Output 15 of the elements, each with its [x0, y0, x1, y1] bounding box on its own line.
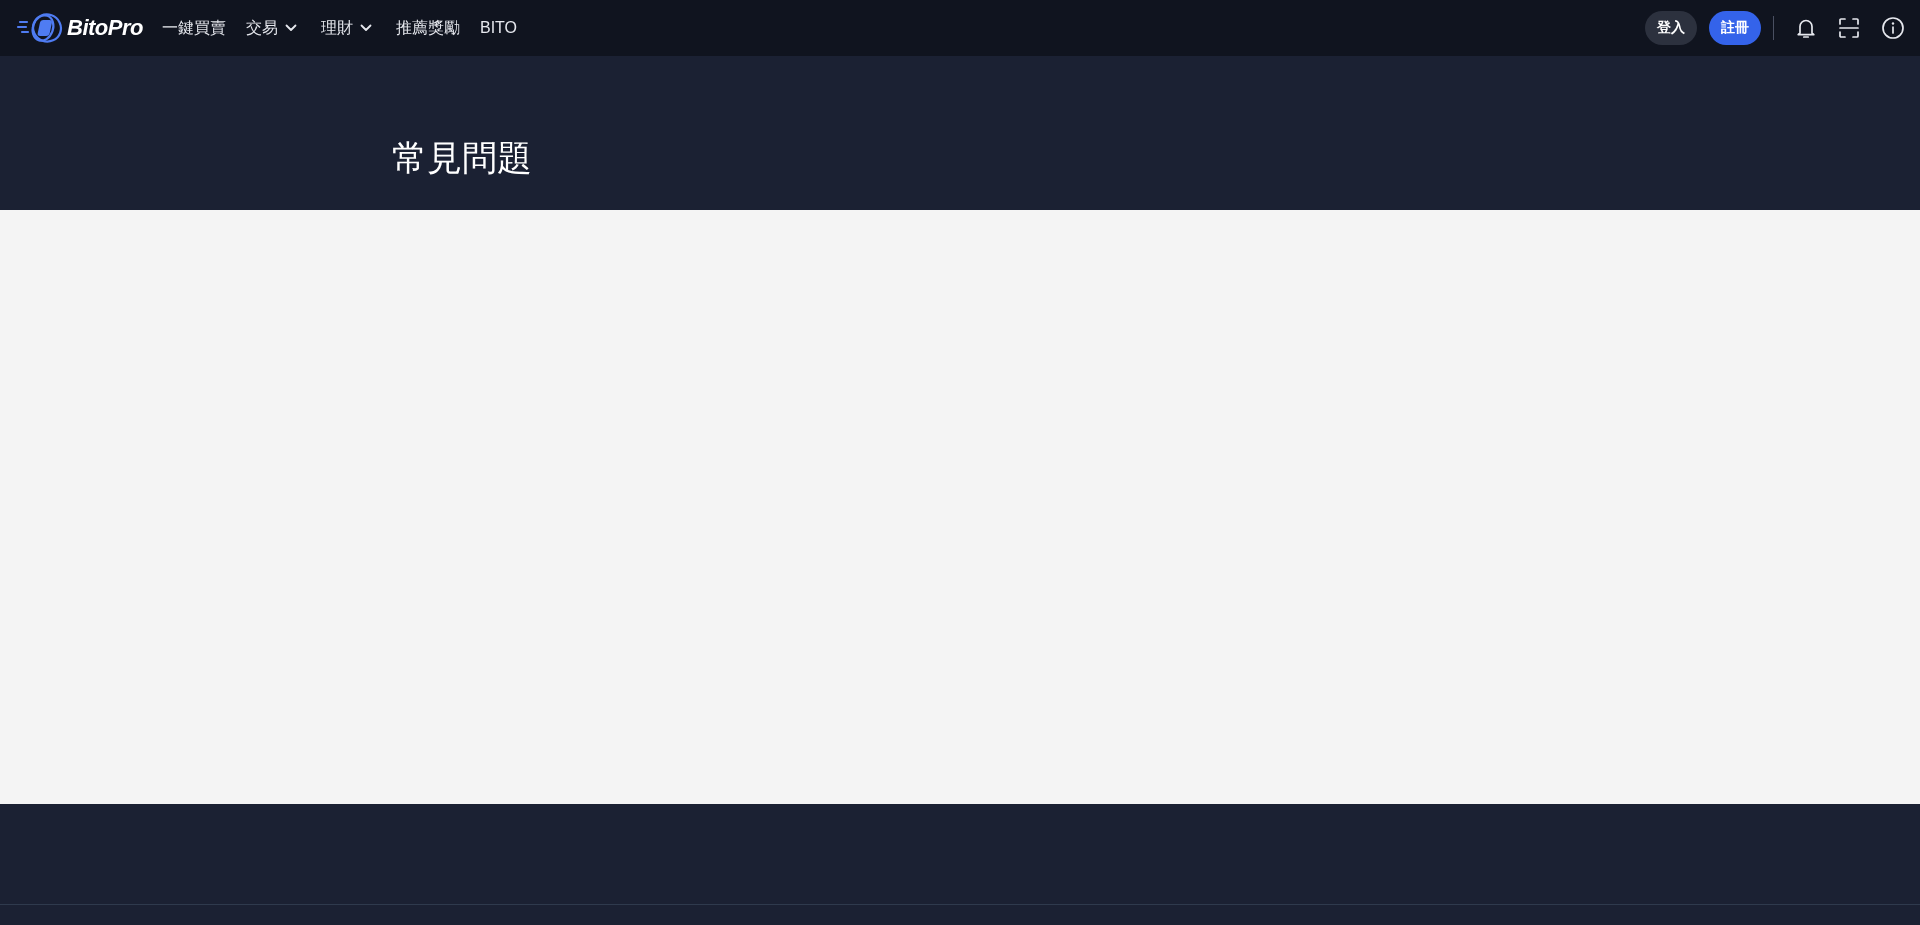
logo-link[interactable]: BitoPro [16, 13, 143, 43]
chevron-down-icon [359, 24, 372, 32]
nav-menu-item[interactable]: 交易 [245, 17, 297, 39]
notification-bell-icon[interactable] [1796, 17, 1816, 39]
nav-menu-item[interactable]: 理財 [320, 17, 372, 39]
nav-menu-item[interactable]: 一鍵買賣 [161, 17, 226, 39]
nav-menu-item[interactable]: BITO [479, 19, 517, 37]
logo-icon [16, 13, 64, 43]
register-button[interactable]: 註冊 [1709, 11, 1761, 45]
login-button[interactable]: 登入 [1645, 11, 1697, 45]
nav-menu-item[interactable]: 推薦獎勵 [395, 17, 460, 39]
page-title: 常見問題 [392, 140, 532, 176]
info-icon[interactable] [1882, 17, 1904, 39]
scan-icon[interactable] [1839, 18, 1859, 38]
chevron-down-icon [284, 24, 297, 32]
